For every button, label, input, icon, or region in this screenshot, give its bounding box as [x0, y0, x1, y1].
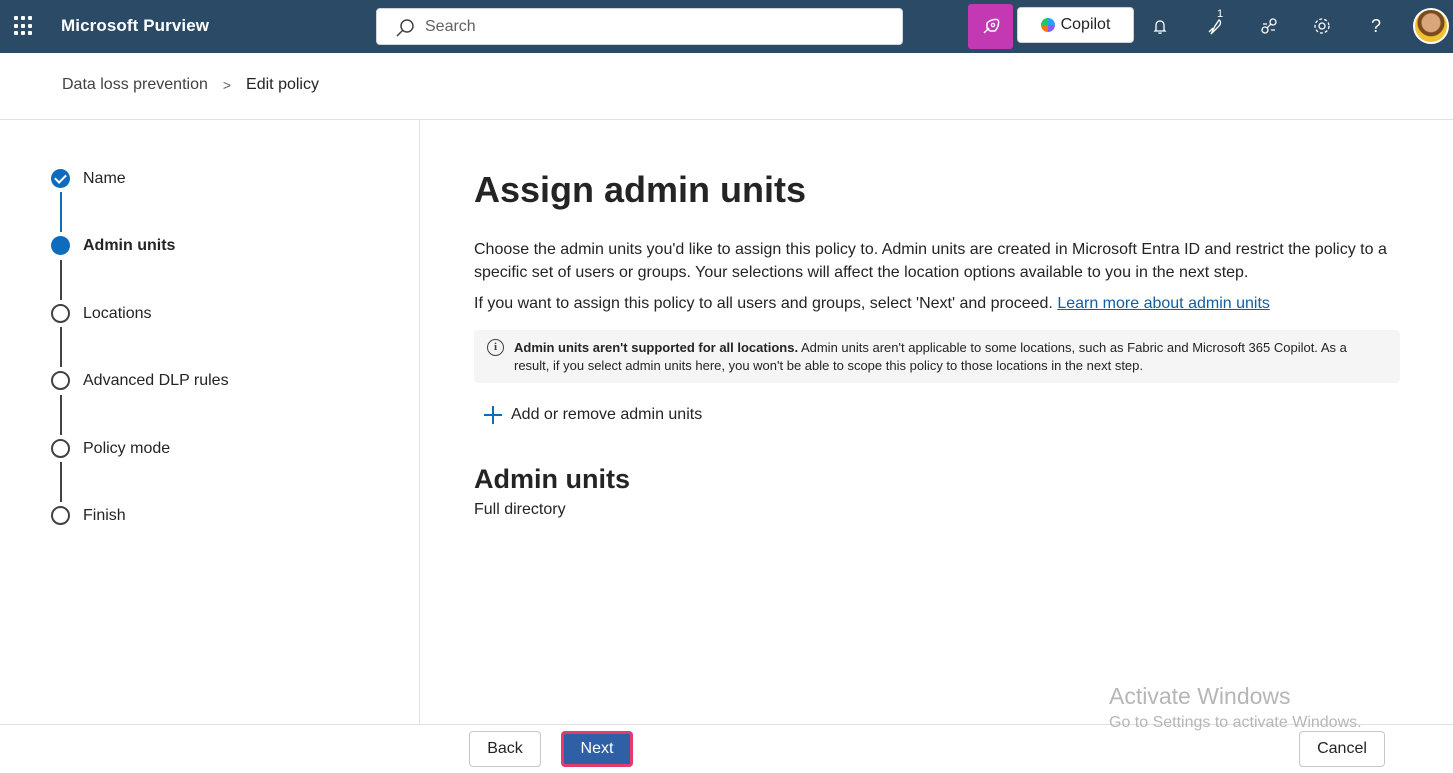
empty-circle-icon — [51, 506, 70, 525]
watermark-title: Activate Windows — [1109, 683, 1291, 709]
step-label: Finish — [83, 507, 126, 524]
page-description: Choose the admin units you'd like to ass… — [474, 241, 1387, 281]
current-step-icon — [51, 236, 70, 255]
copilot-icon — [1040, 18, 1055, 32]
footer-divider — [0, 724, 1453, 725]
breadcrumb: Data loss prevention > Edit policy — [62, 75, 319, 95]
step-connector — [60, 327, 62, 367]
agent-icon — [982, 18, 999, 34]
step-label: Admin units — [83, 237, 176, 254]
step-connector — [60, 462, 62, 502]
wizard-stepper: Name Admin units Locations Advanced DLP … — [0, 120, 420, 724]
add-button-label: Add or remove admin units — [511, 406, 703, 423]
breadcrumb-current: Edit policy — [246, 76, 319, 93]
step-label: Locations — [83, 305, 152, 322]
bell-icon[interactable] — [1148, 14, 1172, 38]
section-title: Admin units — [474, 464, 630, 494]
connections-icon[interactable] — [1257, 14, 1281, 38]
top-bar: Microsoft Purview Copilot 1 ? — [0, 0, 1453, 53]
copilot-button[interactable]: Copilot — [1017, 7, 1134, 43]
app-title[interactable]: Microsoft Purview — [61, 16, 209, 36]
search-box[interactable] — [376, 8, 903, 45]
step-label: Name — [83, 170, 126, 187]
add-or-remove-admin-units-button[interactable]: Add or remove admin units — [483, 404, 702, 426]
step-label: Advanced DLP rules — [83, 372, 229, 389]
agent-button[interactable] — [968, 4, 1013, 49]
info-message: Admin units aren't supported for all loc… — [514, 339, 1374, 375]
step-label: Policy mode — [83, 440, 171, 457]
search-input[interactable] — [425, 17, 885, 37]
page-description-secondary: If you want to assign this policy to all… — [474, 295, 1404, 313]
info-message-title: Admin units aren't supported for all loc… — [514, 340, 799, 355]
gear-icon[interactable] — [1310, 14, 1334, 38]
step-connector — [60, 395, 62, 435]
admin-units-value: Full directory — [474, 501, 566, 518]
app-launcher-icon[interactable] — [14, 16, 34, 36]
empty-circle-icon — [51, 371, 70, 390]
watermark-subtitle: Go to Settings to activate Windows. — [1109, 714, 1362, 731]
info-icon: i — [487, 339, 504, 356]
empty-circle-icon — [51, 304, 70, 323]
info-message-bar: i Admin units aren't supported for all l… — [474, 330, 1400, 383]
breadcrumb-parent[interactable]: Data loss prevention — [62, 76, 208, 94]
badge-icon[interactable]: 1 — [1203, 8, 1227, 38]
next-button[interactable]: Next — [561, 731, 633, 767]
help-icon[interactable]: ? — [1364, 14, 1388, 38]
chevron-right-icon: > — [222, 77, 232, 93]
step-connector — [60, 192, 62, 232]
back-button[interactable]: Back — [469, 731, 541, 767]
page-title: Assign admin units — [474, 169, 807, 210]
search-icon — [396, 19, 414, 37]
description-text: If you want to assign this policy to all… — [474, 295, 1058, 312]
notification-count: 1 — [1217, 8, 1224, 20]
avatar[interactable] — [1413, 8, 1449, 44]
cancel-button[interactable]: Cancel — [1299, 731, 1385, 767]
plus-icon — [483, 405, 503, 425]
check-circle-icon — [51, 169, 70, 188]
copilot-label: Copilot — [1060, 16, 1111, 33]
learn-more-link[interactable]: Learn more about admin units — [1057, 295, 1270, 312]
step-connector — [60, 260, 62, 300]
empty-circle-icon — [51, 439, 70, 458]
